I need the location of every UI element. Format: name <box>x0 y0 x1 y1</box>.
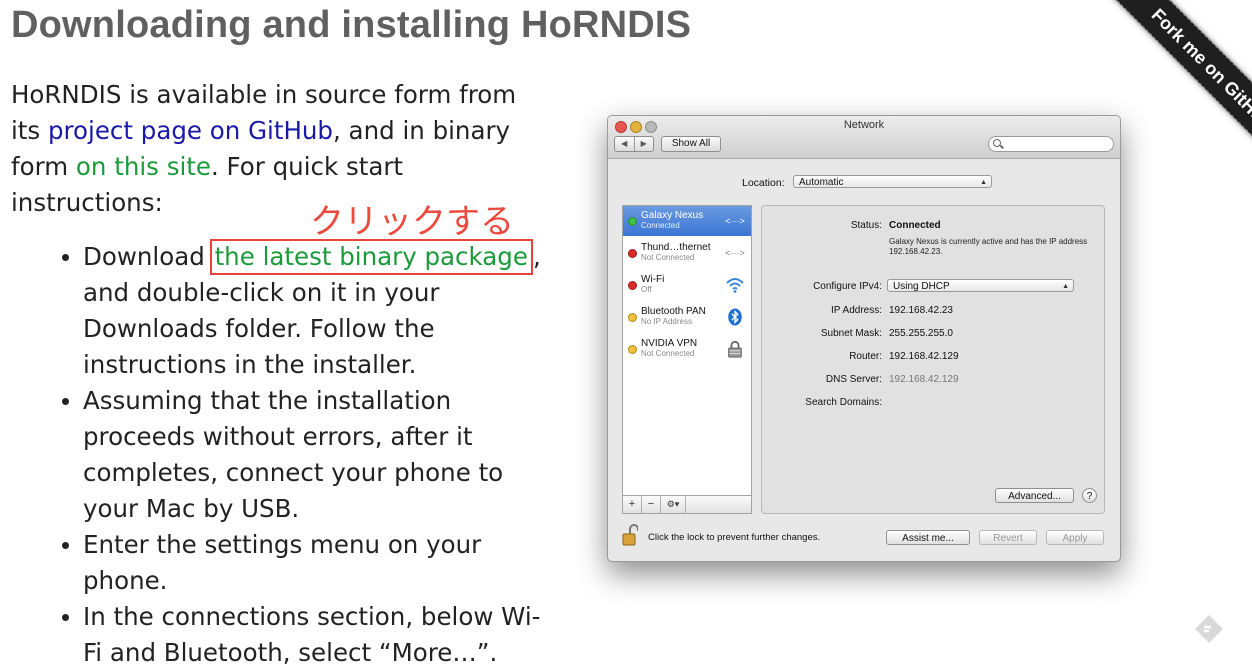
service-name: Galaxy Nexus <box>641 210 704 221</box>
service-name: NVIDIA VPN <box>641 338 698 349</box>
configure-ipv4-select[interactable]: Using DHCP ▲ <box>887 279 1074 292</box>
search-input[interactable] <box>988 136 1114 152</box>
status-dot-red <box>628 249 637 258</box>
location-label: Location: <box>742 177 785 189</box>
help-button[interactable]: ? <box>1082 488 1097 503</box>
back-button[interactable]: ◀ <box>615 137 635 151</box>
forward-button[interactable]: ▶ <box>635 137 654 151</box>
network-preferences-window: Network ◀ ▶ Show All Location: Automatic… <box>607 115 1121 562</box>
ethernet-arrows-icon: <···> <box>725 216 745 226</box>
location-value: Automatic <box>799 177 844 188</box>
status-dot-yellow <box>628 313 637 322</box>
window-titlebar: Network ◀ ▶ Show All <box>608 116 1120 159</box>
configure-ipv4-label: Configure IPv4: <box>813 281 882 292</box>
router-value: 192.168.42.129 <box>889 351 959 362</box>
github-project-link[interactable]: project page on GitHub <box>48 116 333 145</box>
vpn-lock-icon <box>728 340 742 358</box>
service-list-toolbar: + − ⚙▾ <box>622 495 752 514</box>
service-name: Thund…thernet <box>641 242 711 253</box>
lock-icon[interactable] <box>622 524 638 546</box>
dns-server-value: 192.168.42.129 <box>889 374 959 385</box>
dns-server-label: DNS Server: <box>825 374 882 385</box>
ip-address-value: 192.168.42.23 <box>889 305 953 316</box>
location-select[interactable]: Automatic ▲ <box>793 175 992 188</box>
ip-address-label: IP Address: <box>831 305 882 316</box>
page-title: Downloading and installing HoRNDIS <box>11 4 692 46</box>
back-forward-buttons: ◀ ▶ <box>614 136 654 152</box>
highlight-box: the latest binary package <box>209 239 533 275</box>
step-1-prefix: Download <box>83 242 213 271</box>
service-status: Not Connected <box>641 253 695 262</box>
status-dot-red <box>628 281 637 290</box>
install-steps-list: Download the latest binary package, and … <box>62 239 553 671</box>
updown-arrows-icon: ▲ <box>980 179 987 186</box>
site-logo-icon <box>1195 615 1223 643</box>
status-label: Status: <box>850 220 882 231</box>
show-all-button[interactable]: Show All <box>661 136 721 152</box>
list-item: Enter the settings menu on your phone. <box>62 527 553 599</box>
list-item: Assuming that the installation proceeds … <box>62 383 553 527</box>
service-nvidia-vpn[interactable]: NVIDIA VPN Not Connected <box>623 334 751 364</box>
service-thunderbolt-ethernet[interactable]: Thund…thernet Not Connected <···> <box>623 238 751 268</box>
status-dot-green <box>628 217 637 226</box>
router-label: Router: <box>849 351 882 362</box>
fork-me-on-github-ribbon[interactable]: Fork me on GitHub <box>1106 0 1252 175</box>
ipv4-value: Using DHCP <box>893 281 950 292</box>
latest-binary-package-link[interactable]: the latest binary package <box>215 242 528 271</box>
service-status: Not Connected <box>641 349 695 358</box>
search-domains-label: Search Domains: <box>805 397 882 408</box>
network-services-list: Galaxy Nexus Connected <···> Thund…thern… <box>622 205 752 514</box>
search-icon <box>993 139 1001 147</box>
service-name: Wi-Fi <box>641 274 665 285</box>
service-status: Off <box>641 285 652 294</box>
ethernet-arrows-icon: <···> <box>725 248 745 258</box>
this-site-link[interactable]: on this site <box>76 152 211 181</box>
list-item: In the connections section, below Wi-Fi … <box>62 599 553 671</box>
status-value: Connected <box>889 220 941 231</box>
service-status: Connected <box>641 221 680 230</box>
click-annotation: クリックする <box>310 202 514 242</box>
wifi-icon <box>726 278 744 293</box>
add-service-button[interactable]: + <box>623 496 642 513</box>
window-title: Network <box>843 119 885 131</box>
gear-menu-button[interactable]: ⚙▾ <box>661 496 686 513</box>
updown-arrows-icon: ▲ <box>1062 283 1069 290</box>
subnet-mask-label: Subnet Mask: <box>820 328 882 339</box>
service-galaxy-nexus[interactable]: Galaxy Nexus Connected <···> <box>623 206 751 236</box>
service-name: Bluetooth PAN <box>641 306 706 317</box>
status-description: Galaxy Nexus is currently active and has… <box>889 237 1088 256</box>
subnet-mask-value: 255.255.255.0 <box>889 328 953 339</box>
remove-service-button[interactable]: − <box>642 496 661 513</box>
list-item: Download the latest binary package, and … <box>62 239 553 383</box>
status-dot-yellow <box>628 345 637 354</box>
service-wifi[interactable]: Wi-Fi Off <box>623 270 751 300</box>
service-bluetooth-pan[interactable]: Bluetooth PAN No IP Address <box>623 302 751 332</box>
service-status: No IP Address <box>641 317 692 326</box>
lock-message: Click the lock to prevent further change… <box>648 532 821 543</box>
assist-me-button[interactable]: Assist me... <box>886 530 970 545</box>
apply-button[interactable]: Apply <box>1046 530 1104 545</box>
bluetooth-icon <box>728 308 742 326</box>
revert-button[interactable]: Revert <box>979 530 1037 545</box>
advanced-button[interactable]: Advanced... <box>995 488 1074 503</box>
service-detail-panel: Status: Connected Galaxy Nexus is curren… <box>761 205 1105 514</box>
